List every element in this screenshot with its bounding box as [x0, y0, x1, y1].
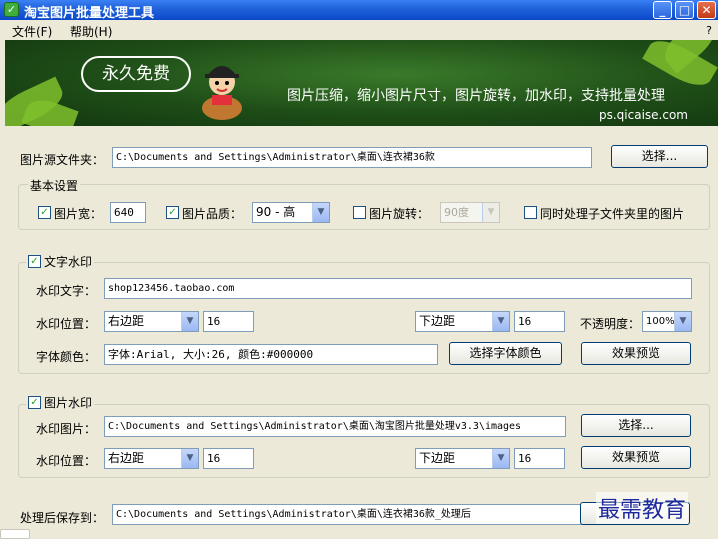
text-v-position-select[interactable]: 下边距 ▼	[415, 311, 510, 332]
title-bar: ✓ 淘宝图片批量处理工具 _ □ ✕	[0, 0, 718, 21]
menu-file[interactable]: 文件(F)	[12, 23, 52, 40]
opacity-select[interactable]: 100% ▼	[642, 311, 692, 332]
watermark-logo: 最需教育	[596, 492, 689, 524]
text-v-offset-input[interactable]: 16	[514, 311, 565, 332]
rotate-checkbox[interactable]	[353, 206, 366, 219]
rotate-label: 图片旋转：	[369, 207, 430, 221]
opacity-label: 不透明度：	[580, 317, 641, 331]
quality-select[interactable]: 90 - 高 ▼	[252, 202, 330, 223]
image-v-offset-input[interactable]: 16	[514, 448, 565, 469]
image-watermark-header: ✓ 图片水印	[26, 394, 95, 411]
image-h-position-select[interactable]: 右边距 ▼	[104, 448, 199, 469]
image-browse-button[interactable]: 选择...	[581, 414, 691, 437]
source-browse-button[interactable]: 选择...	[611, 145, 708, 168]
watermark-position-label: 水印位置：	[36, 317, 97, 331]
menu-bar: 文件(F) 帮助(H) ?	[0, 20, 718, 40]
mascot-icon	[202, 66, 242, 120]
chevron-down-icon[interactable]: ▼	[181, 449, 198, 468]
chevron-down-icon[interactable]: ▼	[492, 449, 509, 468]
help-question-icon[interactable]: ?	[706, 24, 712, 37]
subfolders-checkbox[interactable]	[524, 206, 537, 219]
output-folder-input[interactable]: C:\Documents and Settings\Administrator\…	[112, 504, 587, 525]
menu-help[interactable]: 帮助(H)	[70, 23, 112, 40]
banner-slogan: 图片压缩，缩小图片尺寸，图片旋转，加水印，支持批量处理	[287, 88, 665, 104]
watermark-text-input[interactable]: shop123456.taobao.com	[104, 278, 692, 299]
width-label: 图片宽：	[54, 207, 103, 221]
text-watermark-checkbox[interactable]: ✓	[28, 255, 41, 268]
close-button[interactable]: ✕	[697, 1, 716, 19]
rotate-select: 90度 ▼	[440, 202, 500, 223]
text-preview-button[interactable]: 效果预览	[581, 342, 691, 365]
choose-font-color-button[interactable]: 选择字体颜色	[449, 342, 562, 365]
free-badge: 永久免费	[81, 56, 191, 92]
minimize-button[interactable]: _	[653, 1, 672, 19]
opacity-value: 100%	[646, 316, 675, 327]
window-title: 淘宝图片批量处理工具	[24, 6, 155, 21]
source-folder-input[interactable]: C:\Documents and Settings\Administrator\…	[112, 147, 592, 168]
image-preview-button[interactable]: 效果预览	[581, 446, 691, 469]
text-h-position-select[interactable]: 右边距 ▼	[104, 311, 199, 332]
maximize-button[interactable]: □	[675, 1, 694, 19]
source-folder-label: 图片源文件夹：	[20, 153, 105, 167]
output-folder-label: 处理后保存到：	[20, 511, 105, 525]
status-indicator	[0, 529, 30, 539]
font-settings-input[interactable]: 字体:Arial, 大小:26, 颜色:#000000	[104, 344, 438, 365]
image-h-offset-input[interactable]: 16	[203, 448, 254, 469]
quality-label: 图片品质：	[182, 207, 243, 221]
text-h-position-value: 右边距	[108, 314, 145, 328]
text-h-offset-input[interactable]: 16	[203, 311, 254, 332]
chevron-down-icon[interactable]: ▼	[674, 312, 691, 331]
banner: 永久免费 图片压缩，缩小图片尺寸，图片旋转，加水印，支持批量处理 ps.qica…	[5, 40, 718, 126]
watermark-image-input[interactable]: C:\Documents and Settings\Administrator\…	[104, 416, 566, 437]
chevron-down-icon: ▼	[482, 203, 499, 222]
image-position-label: 水印位置：	[36, 454, 97, 468]
watermark-image-label: 水印图片：	[36, 422, 97, 436]
image-v-position-value: 下边距	[419, 451, 456, 465]
quality-checkbox[interactable]: ✓	[166, 206, 179, 219]
basic-settings-title: 基本设置	[28, 177, 81, 194]
quality-value: 90 - 高	[256, 205, 296, 219]
width-checkbox[interactable]: ✓	[38, 206, 51, 219]
rotate-value: 90度	[444, 206, 469, 219]
image-v-position-select[interactable]: 下边距 ▼	[415, 448, 510, 469]
app-check-icon: ✓	[4, 2, 19, 17]
image-watermark-checkbox[interactable]: ✓	[28, 396, 41, 409]
chevron-down-icon[interactable]: ▼	[181, 312, 198, 331]
text-watermark-header: ✓ 文字水印	[26, 253, 95, 270]
watermark-text-label: 水印文字：	[36, 284, 97, 298]
subfolders-label: 同时处理子文件夹里的图片	[540, 207, 685, 221]
text-watermark-title: 文字水印	[44, 255, 93, 269]
text-v-position-value: 下边距	[419, 314, 456, 328]
image-watermark-title: 图片水印	[44, 396, 93, 410]
image-h-position-value: 右边距	[108, 451, 145, 465]
width-input[interactable]: 640	[110, 202, 146, 223]
chevron-down-icon[interactable]: ▼	[312, 203, 329, 222]
font-color-label: 字体颜色：	[36, 350, 97, 364]
banner-site: ps.qicaise.com	[599, 108, 688, 122]
chevron-down-icon[interactable]: ▼	[492, 312, 509, 331]
